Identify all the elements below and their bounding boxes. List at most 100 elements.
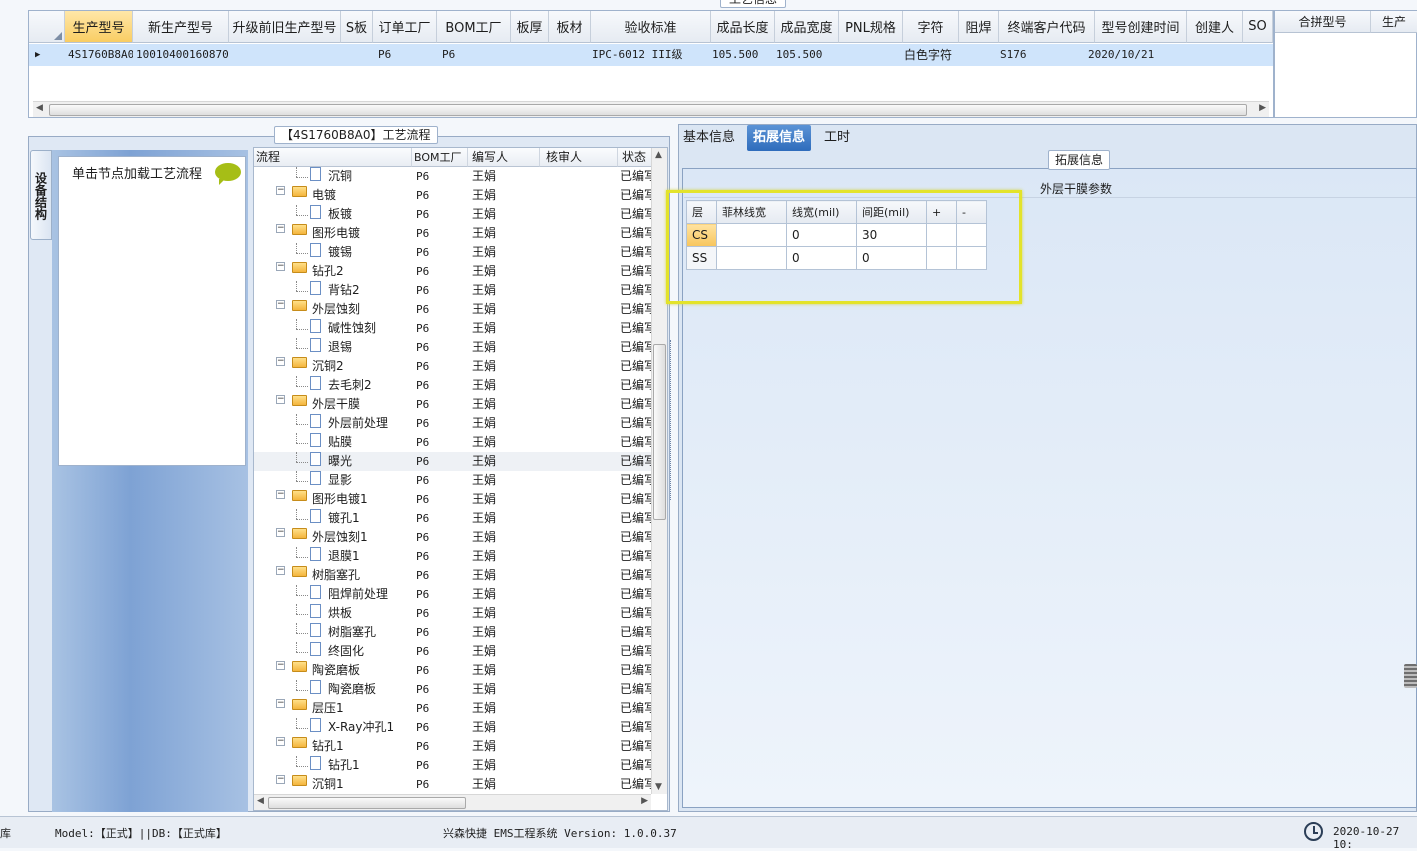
tab-basic-info[interactable]: 基本信息 <box>677 125 741 151</box>
col-header-creator[interactable]: 创建人 <box>1187 11 1243 43</box>
tree-cell-factory: P6 <box>416 455 430 468</box>
tree-col-header-flow[interactable]: 流程 <box>254 148 412 167</box>
tree-row[interactable]: 显影 P6 王娟 已编写 <box>254 471 651 490</box>
tree-row[interactable]: − 图形电镀1 P6 王娟 已编写 <box>254 490 651 509</box>
tree-row[interactable]: 终固化 P6 王娟 已编写 <box>254 642 651 661</box>
collapse-icon[interactable]: − <box>276 186 285 195</box>
tree-row[interactable]: − 层压1 P6 王娟 已编写 <box>254 699 651 718</box>
tree-col-header-writer[interactable]: 编写人 <box>468 148 540 167</box>
tree-row[interactable]: 烘板 P6 王娟 已编写 <box>254 604 651 623</box>
col-header-solder[interactable]: 阻焊 <box>959 11 999 43</box>
col-header-bom-factory[interactable]: BOM工厂 <box>437 11 511 43</box>
document-icon <box>310 414 321 428</box>
process-tree[interactable]: 流程 BOM工厂 编写人 核审人 状态 沉铜P6王娟已编写−电镀P6王娟已编写板… <box>253 147 668 811</box>
tree-row[interactable]: 镀锡 P6 王娟 已编写 <box>254 243 651 262</box>
scroll-down-icon[interactable]: ▼ <box>655 782 662 792</box>
tab-work-hours[interactable]: 工时 <box>818 125 856 151</box>
col-header-old-prod-no[interactable]: 升级前旧生产型号 <box>229 11 341 43</box>
tree-row[interactable]: − 外层干膜 P6 王娟 已编写 <box>254 395 651 414</box>
col-header-customer-code[interactable]: 终端客户代码 <box>999 11 1095 43</box>
col-header-char[interactable]: 字符 <box>903 11 959 43</box>
col-header-created-time[interactable]: 型号创建时间 <box>1095 11 1187 43</box>
tree-hscrollbar[interactable]: ◀ ▶ <box>254 794 651 810</box>
col-header-new-prod-no[interactable]: 新生产型号 <box>133 11 229 43</box>
scroll-up-icon[interactable]: ▲ <box>655 150 662 160</box>
col-header-so[interactable]: SO <box>1243 11 1273 43</box>
col-header-pnl[interactable]: PNL规格 <box>839 11 903 43</box>
collapse-icon[interactable]: − <box>276 699 285 708</box>
tree-row[interactable]: − 外层蚀刻1 P6 王娟 已编写 <box>254 528 651 547</box>
tree-scroll-thumb[interactable] <box>653 344 666 520</box>
collapse-icon[interactable]: − <box>276 566 285 575</box>
col-header-thickness[interactable]: 板厚 <box>511 11 549 43</box>
tree-row[interactable]: − 外层蚀刻 P6 王娟 已编写 <box>254 300 651 319</box>
collapse-icon[interactable]: − <box>276 775 285 784</box>
tree-col-header-factory[interactable]: BOM工厂 <box>412 148 468 167</box>
collapse-icon[interactable]: − <box>276 528 285 537</box>
collapse-icon[interactable]: − <box>276 357 285 366</box>
tree-row[interactable]: 背钻2 P6 王娟 已编写 <box>254 281 651 300</box>
tree-cell-status: 已编写 <box>620 435 651 449</box>
col-header-width[interactable]: 成品宽度 <box>775 11 839 43</box>
collapse-icon[interactable]: − <box>276 395 285 404</box>
product-grid[interactable]: 生产型号 新生产型号 升级前旧生产型号 S板 订单工厂 BOM工厂 板厚 板材 … <box>28 10 1274 118</box>
col-header-length[interactable]: 成品长度 <box>711 11 775 43</box>
tree-row[interactable]: 曝光 P6 王娟 已编写 <box>254 452 651 471</box>
scroll-left-icon[interactable]: ◀ <box>257 796 264 806</box>
tree-row[interactable]: − 沉铜2 P6 王娟 已编写 <box>254 357 651 376</box>
collapse-icon[interactable]: − <box>276 224 285 233</box>
tree-row[interactable]: 钻孔1 P6 王娟 已编写 <box>254 756 651 775</box>
scroll-right-icon[interactable]: ▶ <box>1259 103 1266 113</box>
col-header-merge-model[interactable]: 合拼型号 <box>1275 11 1371 33</box>
col-header-material[interactable]: 板材 <box>549 11 591 43</box>
collapse-icon[interactable]: − <box>276 300 285 309</box>
top-grid-hscrollbar[interactable]: ◀ ▶ <box>33 101 1269 117</box>
col-header-s-board[interactable]: S板 <box>341 11 373 43</box>
folder-icon <box>292 186 307 197</box>
tree-col-header-status[interactable]: 状态 <box>618 148 652 167</box>
tree-row[interactable]: 碱性蚀刻 P6 王娟 已编写 <box>254 319 651 338</box>
tree-row[interactable]: − 钻孔2 P6 王娟 已编写 <box>254 262 651 281</box>
tab-extended-info[interactable]: 拓展信息 <box>747 125 812 151</box>
tree-row[interactable]: 退膜1 P6 王娟 已编写 <box>254 547 651 566</box>
tree-row[interactable]: 退锡 P6 王娟 已编写 <box>254 338 651 357</box>
tree-hscroll-thumb[interactable] <box>268 797 466 809</box>
merge-grid[interactable]: 合拼型号 生产 <box>1274 10 1417 118</box>
right-edge-grip-icon[interactable] <box>1404 664 1417 688</box>
tree-row[interactable]: − 图形电镀 P6 王娟 已编写 <box>254 224 651 243</box>
tree-row[interactable]: X-Ray冲孔1 P6 王娟 已编写 <box>254 718 651 737</box>
tree-row[interactable]: − 树脂塞孔 P6 王娟 已编写 <box>254 566 651 585</box>
tree-row[interactable]: 树脂塞孔 P6 王娟 已编写 <box>254 623 651 642</box>
collapse-icon[interactable]: − <box>276 737 285 746</box>
cell-bom-factory: P6 <box>442 48 456 61</box>
tree-row[interactable]: 陶瓷磨板 P6 王娟 已编写 <box>254 680 651 699</box>
tree-vscrollbar[interactable]: ▲ ▼ <box>651 148 667 794</box>
tree-row[interactable]: 去毛刺2 P6 王娟 已编写 <box>254 376 651 395</box>
panel-splitter[interactable] <box>670 340 676 500</box>
tree-row[interactable]: − 沉铜1 P6 王娟 已编写 <box>254 775 651 794</box>
tree-row[interactable]: 板镀 P6 王娟 已编写 <box>254 205 651 224</box>
tree-row[interactable]: 贴膜 P6 王娟 已编写 <box>254 433 651 452</box>
tree-row[interactable]: 外层前处理 P6 王娟 已编写 <box>254 414 651 433</box>
collapse-icon[interactable]: − <box>276 262 285 271</box>
tree-line <box>296 633 308 634</box>
scroll-left-icon[interactable]: ◀ <box>36 103 43 113</box>
col-header-standard[interactable]: 验收标准 <box>591 11 711 43</box>
col-header-merge-prod[interactable]: 生产 <box>1371 11 1417 33</box>
col-header-prod-no[interactable]: 生产型号 <box>65 11 133 43</box>
col-header-order-factory[interactable]: 订单工厂 <box>373 11 437 43</box>
tree-line <box>296 424 308 425</box>
folder-icon <box>292 528 307 539</box>
tree-col-header-reviewer[interactable]: 核审人 <box>540 148 618 167</box>
top-grid-scroll-thumb[interactable] <box>49 104 1247 116</box>
scroll-right-icon[interactable]: ▶ <box>641 796 648 806</box>
tree-row[interactable]: 沉铜 P6 王娟 已编写 <box>254 167 651 186</box>
collapse-icon[interactable]: − <box>276 490 285 499</box>
tree-row[interactable]: − 钻孔1 P6 王娟 已编写 <box>254 737 651 756</box>
tree-row[interactable]: − 陶瓷磨板 P6 王娟 已编写 <box>254 661 651 680</box>
tree-row[interactable]: 阻焊前处理 P6 王娟 已编写 <box>254 585 651 604</box>
tree-row[interactable]: 镀孔1 P6 王娟 已编写 <box>254 509 651 528</box>
device-structure-tab[interactable]: 设备结构 <box>30 150 52 240</box>
tree-row[interactable]: − 电镀 P6 王娟 已编写 <box>254 186 651 205</box>
collapse-icon[interactable]: − <box>276 661 285 670</box>
